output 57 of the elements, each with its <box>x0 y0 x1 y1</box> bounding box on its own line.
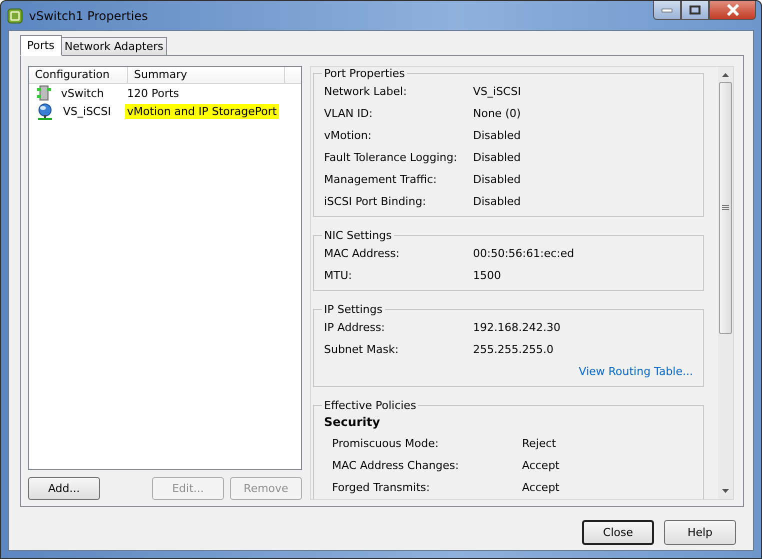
port-name: vSwitch <box>61 86 104 100</box>
tab[interactable]: Ports <box>20 35 62 56</box>
property-label: MTU: <box>324 268 353 282</box>
property-label: IP Address: <box>324 320 386 334</box>
property-label: Subnet Mask: <box>324 342 400 356</box>
dialog-button[interactable]: Close <box>582 520 654 545</box>
property-value: VS_iSCSI <box>473 84 521 98</box>
port-summary: vMotion and IP StoragePort <box>125 104 279 118</box>
property-value: Disabled <box>473 172 521 186</box>
app-icon <box>7 8 23 24</box>
property-label: MAC Address Changes: <box>332 458 460 472</box>
property-label: MAC Address: <box>324 246 401 260</box>
property-label: vMotion: <box>324 128 373 142</box>
minimize-icon <box>661 7 673 13</box>
port-name: VS_iSCSI <box>63 104 111 118</box>
close-button[interactable] <box>709 1 756 20</box>
maximize-icon <box>689 5 701 15</box>
port-summary: 120 Ports <box>126 86 180 100</box>
property-value: Reject <box>522 436 556 450</box>
close-icon <box>726 4 740 16</box>
group-title: IP Settings <box>323 303 384 316</box>
tab[interactable]: Network Adapters <box>60 37 168 55</box>
routing-table-link[interactable]: View Routing Table... <box>578 364 693 378</box>
scroll-up-icon[interactable] <box>722 73 729 77</box>
globe-network-icon <box>37 102 53 120</box>
window-title: vSwitch1 Properties <box>29 8 148 22</box>
property-value: 255.255.255.0 <box>473 342 554 356</box>
column-header[interactable]: Configuration <box>29 67 128 83</box>
property-label: Management Traffic: <box>324 172 438 186</box>
group-title: Effective Policies <box>323 399 418 412</box>
property-label: Network Label: <box>324 84 408 98</box>
dialog-button[interactable]: Help <box>664 520 736 545</box>
property-value: 192.168.242.30 <box>473 320 560 334</box>
property-label: VLAN ID: <box>324 106 374 120</box>
property-label: Fault Tolerance Logging: <box>324 150 458 164</box>
scroll-thumb[interactable] <box>719 82 732 334</box>
property-value: 1500 <box>473 268 501 282</box>
property-value: Disabled <box>473 150 521 164</box>
property-value: Accept <box>522 480 560 494</box>
minimize-button[interactable] <box>653 1 681 20</box>
property-value: Disabled <box>473 194 521 208</box>
property-value: None (0) <box>473 106 521 120</box>
column-header[interactable]: Summary <box>128 67 285 83</box>
maximize-button[interactable] <box>681 1 709 20</box>
property-label: Forged Transmits: <box>332 480 431 494</box>
group-title: NIC Settings <box>323 229 393 242</box>
subheading: Security <box>324 414 382 431</box>
switch-icon <box>37 85 51 101</box>
property-label: iSCSI Port Binding: <box>324 194 428 208</box>
property-value: Disabled <box>473 128 521 142</box>
vertical-scrollbar[interactable] <box>718 67 733 499</box>
list-button[interactable]: Add... <box>28 477 100 500</box>
property-value: 00:50:56:61:ec:ed <box>473 246 574 260</box>
group-title: Port Properties <box>323 67 406 80</box>
property-label: Promiscuous Mode: <box>332 436 440 450</box>
property-value: Accept <box>522 458 560 472</box>
scroll-down-icon[interactable] <box>722 489 729 493</box>
